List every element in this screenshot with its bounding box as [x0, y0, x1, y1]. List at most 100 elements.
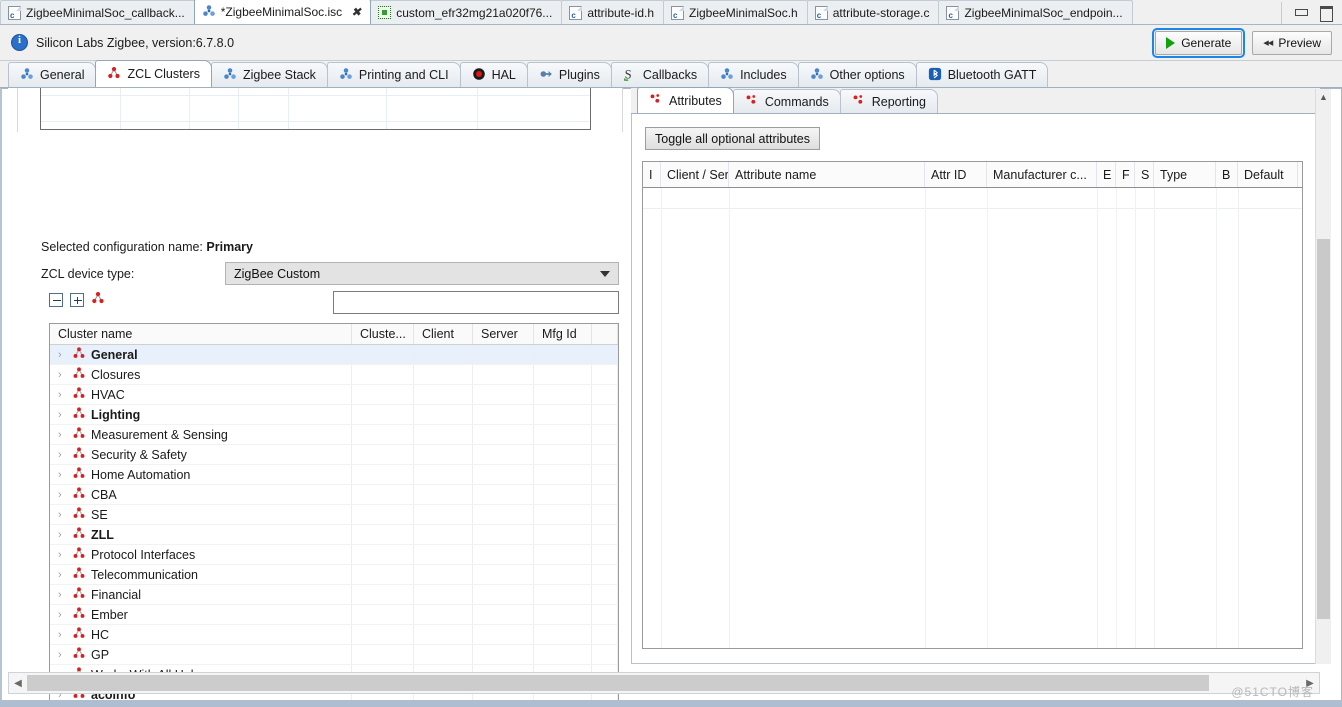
chevron-right-icon[interactable]: › [58, 409, 67, 421]
server-cell[interactable] [473, 445, 534, 464]
extra-cell[interactable] [592, 345, 618, 364]
chevron-right-icon[interactable]: › [58, 609, 67, 621]
col-b[interactable]: B [1216, 162, 1238, 187]
toggle-all-optional-attributes-button[interactable]: Toggle all optional attributes [645, 127, 820, 150]
cluster-id-cell[interactable] [352, 525, 414, 544]
chevron-up-icon[interactable]: ▲ [1316, 89, 1331, 104]
table-row[interactable]: › Security & Safety [50, 445, 618, 465]
col-attr-id[interactable]: Attr ID [925, 162, 987, 187]
extra-cell[interactable] [592, 645, 618, 664]
col-client[interactable]: Client [414, 324, 473, 344]
server-cell[interactable] [473, 645, 534, 664]
tab-includes[interactable]: Includes [708, 62, 799, 87]
cluster-id-cell[interactable] [352, 545, 414, 564]
cluster-id-cell[interactable] [352, 385, 414, 404]
cluster-row-name-cell[interactable]: › Closures [50, 365, 352, 384]
extra-cell[interactable] [592, 465, 618, 484]
extra-cell[interactable] [592, 445, 618, 464]
client-cell[interactable] [414, 345, 473, 364]
col-cluster-id[interactable]: Cluste... [352, 324, 414, 344]
server-cell[interactable] [473, 345, 534, 364]
editor-tab-0[interactable]: ZigbeeMinimalSoc_callback... [0, 0, 195, 24]
minimize-icon[interactable] [1294, 6, 1308, 18]
table-row[interactable]: › HVAC [50, 385, 618, 405]
vertical-scrollbar[interactable]: ▲ [1315, 89, 1331, 664]
mfg-id-cell[interactable] [534, 425, 592, 444]
chevron-right-icon[interactable]: › [58, 529, 67, 541]
cluster-row-name-cell[interactable]: › Measurement & Sensing [50, 425, 352, 444]
mfg-id-cell[interactable] [534, 465, 592, 484]
endpoint-table-partial[interactable] [40, 88, 591, 130]
server-cell[interactable] [473, 605, 534, 624]
mfg-id-cell[interactable] [534, 385, 592, 404]
cluster-row-name-cell[interactable]: › HVAC [50, 385, 352, 404]
client-cell[interactable] [414, 425, 473, 444]
cluster-row-name-cell[interactable]: › Financial [50, 585, 352, 604]
cluster-id-cell[interactable] [352, 405, 414, 424]
tab-zcl-clusters[interactable]: ZCL Clusters [95, 60, 212, 87]
col-s[interactable]: S [1135, 162, 1154, 187]
client-cell[interactable] [414, 565, 473, 584]
mfg-id-cell[interactable] [534, 625, 592, 644]
cluster-id-cell[interactable] [352, 605, 414, 624]
tab-other-options[interactable]: Other options [797, 62, 917, 87]
cluster-id-cell[interactable] [352, 645, 414, 664]
table-row[interactable]: › General [50, 345, 618, 365]
extra-cell[interactable] [592, 425, 618, 444]
cluster-tree-table[interactable]: Cluster name Cluste... Client Server Mfg… [49, 323, 619, 707]
table-row[interactable]: › Telecommunication [50, 565, 618, 585]
client-cell[interactable] [414, 645, 473, 664]
client-cell[interactable] [414, 585, 473, 604]
editor-tab-3[interactable]: attribute-id.h [561, 0, 665, 24]
tab-plugins[interactable]: Plugins [526, 62, 612, 87]
client-cell[interactable] [414, 545, 473, 564]
tab-printing-and-cli[interactable]: Printing and CLI [326, 62, 461, 87]
server-cell[interactable] [473, 565, 534, 584]
extra-cell[interactable] [592, 505, 618, 524]
tab-general[interactable]: General [8, 62, 97, 87]
cluster-row-name-cell[interactable]: › Security & Safety [50, 445, 352, 464]
table-row[interactable]: › Measurement & Sensing [50, 425, 618, 445]
client-cell[interactable] [414, 365, 473, 384]
table-row[interactable]: › GP [50, 645, 618, 665]
mfg-id-cell[interactable] [534, 485, 592, 504]
extra-cell[interactable] [592, 565, 618, 584]
server-cell[interactable] [473, 585, 534, 604]
cluster-row-name-cell[interactable]: › Lighting [50, 405, 352, 424]
col-attribute-name[interactable]: Attribute name [729, 162, 925, 187]
extra-cell[interactable] [592, 385, 618, 404]
preview-button[interactable]: ◂◂ Preview [1252, 30, 1332, 55]
extra-cell[interactable] [592, 365, 618, 384]
cluster-row-name-cell[interactable]: › SE [50, 505, 352, 524]
extra-cell[interactable] [592, 625, 618, 644]
cluster-row-name-cell[interactable]: › Telecommunication [50, 565, 352, 584]
client-cell[interactable] [414, 465, 473, 484]
cluster-id-cell[interactable] [352, 565, 414, 584]
client-cell[interactable] [414, 405, 473, 424]
mfg-id-cell[interactable] [534, 505, 592, 524]
cluster-row-name-cell[interactable]: › Protocol Interfaces [50, 545, 352, 564]
mfg-id-cell[interactable] [534, 585, 592, 604]
editor-tab-6[interactable]: ZigbeeMinimalSoc_endpoin... [938, 0, 1133, 24]
table-row[interactable]: › SE [50, 505, 618, 525]
mfg-id-cell[interactable] [534, 365, 592, 384]
editor-tab-4[interactable]: ZigbeeMinimalSoc.h [663, 0, 808, 24]
server-cell[interactable] [473, 525, 534, 544]
client-cell[interactable] [414, 525, 473, 544]
server-cell[interactable] [473, 545, 534, 564]
chevron-right-icon[interactable]: › [58, 349, 67, 361]
col-default[interactable]: Default [1238, 162, 1298, 187]
chevron-right-icon[interactable]: › [58, 629, 67, 641]
tab-zigbee-stack[interactable]: Zigbee Stack [210, 62, 328, 87]
cluster-id-cell[interactable] [352, 365, 414, 384]
extra-cell[interactable] [592, 525, 618, 544]
extra-cell[interactable] [592, 585, 618, 604]
table-row[interactable]: › Protocol Interfaces [50, 545, 618, 565]
extra-cell[interactable] [592, 405, 618, 424]
server-cell[interactable] [473, 405, 534, 424]
mfg-id-cell[interactable] [534, 345, 592, 364]
cluster-row-name-cell[interactable]: › ZLL [50, 525, 352, 544]
col-manufacturer-code[interactable]: Manufacturer c... [987, 162, 1097, 187]
client-cell[interactable] [414, 445, 473, 464]
client-cell[interactable] [414, 605, 473, 624]
